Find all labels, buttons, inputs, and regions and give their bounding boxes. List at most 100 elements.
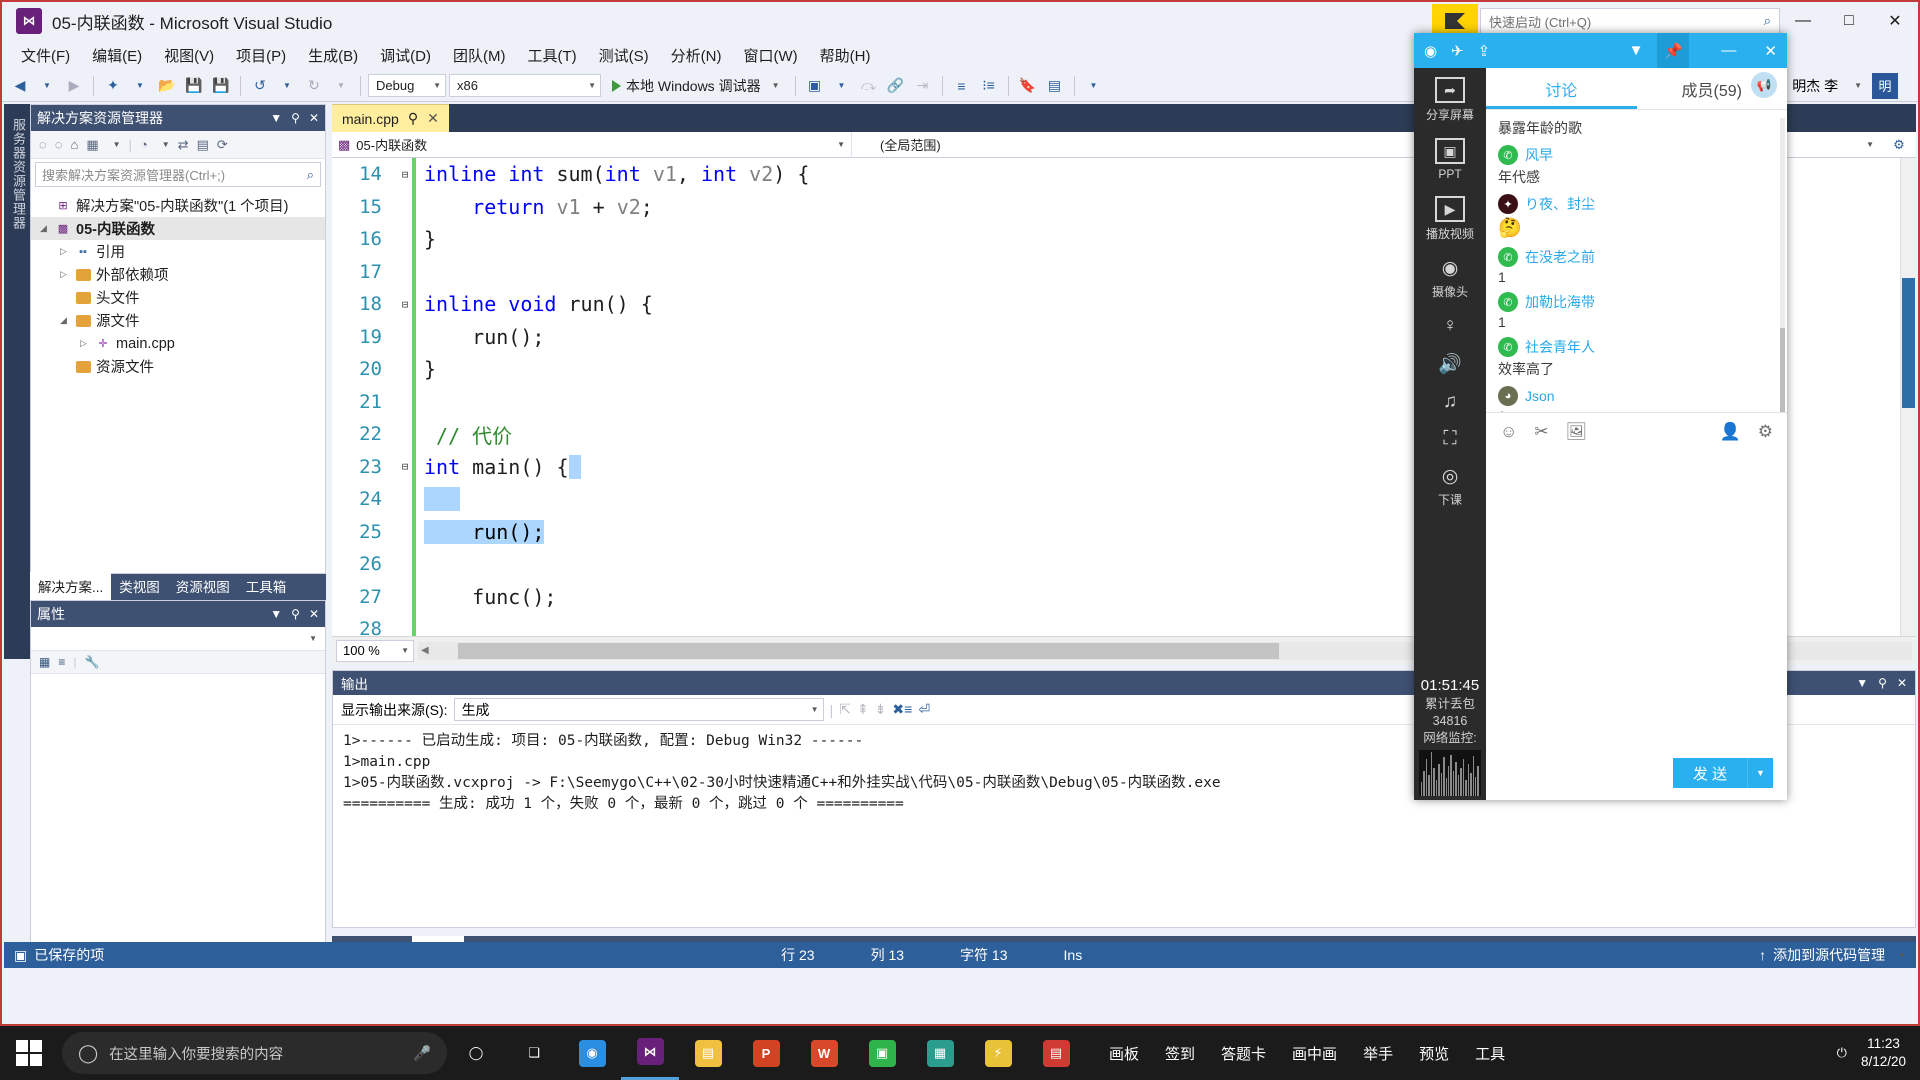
taskbar-tool-5[interactable]: 预览 — [1419, 1043, 1449, 1064]
add-contact-icon[interactable]: 👤 — [1720, 422, 1741, 442]
fullscreen-tool[interactable]: ⛶ — [1414, 419, 1486, 456]
chat-input[interactable] — [1486, 450, 1787, 746]
solution-tab-3[interactable]: 工具箱 — [238, 572, 295, 600]
tree-node-3[interactable]: ▷ 外部依赖项 — [31, 263, 325, 286]
source-control-button[interactable]: ↑ 添加到源代码管理 ▼ — [1759, 945, 1906, 965]
taskbar-tool-4[interactable]: 举手 — [1363, 1043, 1393, 1064]
forward-icon[interactable]: ◌ — [55, 137, 63, 152]
expander-icon[interactable]: ▷ — [57, 246, 70, 257]
speaker-tool[interactable]: 🔊 — [1414, 343, 1486, 382]
maximize-button[interactable]: □ — [1826, 2, 1872, 40]
output-source-dropdown[interactable]: 生成 ▼ — [453, 698, 824, 721]
camera-icon[interactable]: ◉ — [1424, 42, 1437, 60]
taskbar-tool-3[interactable]: 画中画 — [1292, 1043, 1337, 1064]
menu-item-2[interactable]: 视图(V) — [153, 41, 225, 70]
new-dropdown-icon[interactable]: ▼ — [128, 74, 152, 98]
tree-node-7[interactable]: 资源文件 — [31, 355, 325, 378]
red-app-icon[interactable]: ▤ — [1027, 1026, 1085, 1080]
undo-icon[interactable]: ↺ — [248, 74, 272, 98]
scrollbar-thumb[interactable] — [1902, 278, 1915, 408]
properties-object-dropdown[interactable]: ▼ — [31, 627, 325, 651]
taskbar-clock[interactable]: 11:23 8/12/20 — [1861, 1035, 1906, 1070]
chrome-icon[interactable]: ◉ — [563, 1026, 621, 1080]
pin-icon[interactable]: ⚲ — [408, 110, 418, 127]
share-screen-tool[interactable]: ➦ 分享屏幕 — [1414, 68, 1486, 129]
open-file-icon[interactable]: 📂 — [155, 74, 179, 98]
refresh-icon[interactable]: ⟳ — [217, 137, 228, 153]
file-explorer-icon[interactable]: ▤ — [679, 1026, 737, 1080]
menu-item-10[interactable]: 窗口(W) — [732, 41, 808, 70]
new-project-icon[interactable]: ✦ — [101, 74, 125, 98]
start-button[interactable] — [0, 1026, 58, 1080]
close-button[interactable]: ✕ — [1872, 2, 1918, 40]
pin-icon[interactable]: ⚲ — [291, 111, 300, 125]
chat-sender-name[interactable]: Json — [1525, 388, 1555, 404]
share-icon[interactable]: ⇪ — [1478, 42, 1491, 60]
megaphone-icon[interactable]: 📢 — [1751, 72, 1777, 98]
expander-icon[interactable]: ▷ — [77, 338, 90, 349]
back-icon[interactable]: ◌ — [39, 137, 47, 152]
toolbar-overflow-icon[interactable]: ▼ — [1082, 74, 1106, 98]
avatar[interactable]: ✆ — [1498, 292, 1518, 312]
menu-item-1[interactable]: 编辑(E) — [81, 41, 153, 70]
gear-icon[interactable]: ⚙ — [1882, 137, 1916, 153]
expander-icon[interactable]: ▷ — [57, 269, 70, 280]
chevron-down-icon[interactable]: ▼ — [1854, 81, 1862, 90]
chat-scrollbar[interactable] — [1780, 118, 1785, 412]
video-tool[interactable]: ▶ 播放视频 — [1414, 187, 1486, 248]
close-icon[interactable]: ✕ — [1897, 676, 1907, 690]
toggle-bookmark-icon[interactable]: ▤ — [1043, 74, 1067, 98]
platform-dropdown[interactable]: x86 ▼ — [449, 74, 601, 97]
document-tab-main-cpp[interactable]: main.cpp ⚲ ✕ — [332, 104, 449, 132]
end-class-tool[interactable]: ◎ 下课 — [1414, 456, 1486, 514]
scroll-left-icon[interactable]: ◀ — [418, 645, 432, 656]
powerpoint-icon[interactable]: P — [737, 1026, 795, 1080]
pin-icon[interactable]: ⚲ — [1878, 676, 1887, 690]
chevron-down-icon[interactable]: ▼ — [270, 111, 282, 125]
chevron-down-icon[interactable]: ▼ — [113, 140, 121, 149]
overlay-close-button[interactable]: ✕ — [1750, 42, 1777, 60]
save-icon[interactable]: 💾 — [182, 74, 206, 98]
chevron-down-icon[interactable]: ▼ — [1629, 42, 1644, 59]
avatar[interactable]: ✆ — [1498, 337, 1518, 357]
task-view-icon[interactable]: ❏ — [505, 1026, 563, 1080]
menu-item-9[interactable]: 分析(N) — [660, 41, 733, 70]
collapse-icon[interactable]: ⊟ — [398, 460, 412, 473]
properties-icon[interactable]: 🔧 — [84, 655, 99, 669]
project-scope-dropdown[interactable]: ▩ 05-内联函数 ▼ — [332, 131, 852, 158]
quick-launch-input[interactable]: 快速启动 (Ctrl+Q) ⌕ — [1480, 8, 1780, 34]
chat-sender-name[interactable]: り夜、封尘 — [1525, 194, 1595, 214]
back-dropdown-icon[interactable]: ▼ — [35, 74, 59, 98]
tree-node-0[interactable]: ⊞ 解决方案"05-内联函数"(1 个项目) — [31, 194, 325, 217]
indent-icon[interactable]: ≡ — [950, 74, 974, 98]
zoom-dropdown[interactable]: 100 % ▼ — [336, 639, 414, 662]
expander-icon[interactable]: ◢ — [37, 223, 50, 234]
outdent-icon[interactable]: ⁝≡ — [977, 74, 1001, 98]
tree-node-6[interactable]: ▷ ✛ main.cpp — [31, 332, 325, 355]
tree-node-2[interactable]: ▷ ▪▪ 引用 — [31, 240, 325, 263]
menu-item-0[interactable]: 文件(F) — [10, 41, 81, 70]
bookmark-icon[interactable]: 🔖 — [1016, 74, 1040, 98]
chevron-down-icon[interactable]: ▼ — [162, 140, 170, 149]
avatar[interactable]: ✆ — [1498, 145, 1518, 165]
cortana-icon[interactable]: ◯ — [447, 1026, 505, 1080]
solution-tab-2[interactable]: 资源视图 — [168, 572, 238, 600]
clear-all-icon[interactable]: ✖≡ — [892, 701, 912, 718]
taskbar-tool-0[interactable]: 画板 — [1109, 1043, 1139, 1064]
image-icon[interactable]: 🖼 — [1566, 422, 1588, 442]
camera-tool[interactable]: ◉ 摄像头 — [1414, 248, 1486, 306]
microphone-icon[interactable]: 🎤 — [413, 1045, 431, 1062]
avatar[interactable]: ✦ — [1498, 194, 1518, 214]
emoji-icon[interactable]: ☺ — [1500, 422, 1517, 442]
settings-icon[interactable]: ⚙ — [1758, 422, 1773, 442]
overlay-minimize-button[interactable]: — — [1703, 42, 1736, 59]
pending-changes-icon[interactable]: ◔ — [140, 137, 148, 152]
pin-icon[interactable]: 📌 — [1657, 33, 1690, 68]
chevron-down-icon[interactable]: ▼ — [1856, 676, 1868, 690]
overlay-tab-0[interactable]: 讨论 — [1486, 68, 1637, 109]
pin-icon[interactable]: ⚲ — [291, 607, 300, 621]
collapse-icon[interactable]: ⊟ — [398, 168, 412, 181]
close-icon[interactable]: ✕ — [309, 111, 319, 125]
chevron-down-icon[interactable]: ▼ — [270, 607, 282, 621]
visual-studio-icon[interactable]: ⋈ — [621, 1026, 679, 1080]
